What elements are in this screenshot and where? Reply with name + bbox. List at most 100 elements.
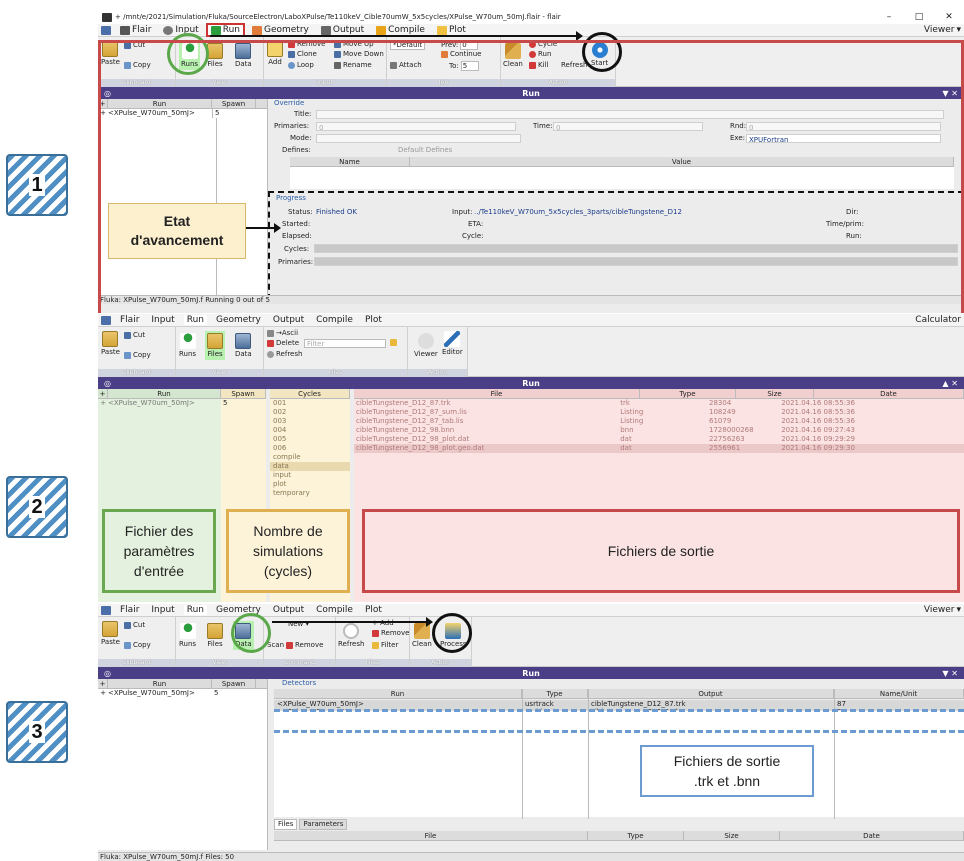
detector-row[interactable]: <XPulse_W70um_50mJ> usrtrack cibleTungsten…	[274, 700, 964, 708]
remove-file-button[interactable]: Remove	[372, 629, 409, 637]
scan-button[interactable]: Scan	[267, 641, 284, 649]
tab-geometry[interactable]: Geometry	[213, 315, 264, 325]
tab-compile[interactable]: Compile	[313, 315, 356, 325]
tab-output[interactable]: Output	[318, 25, 367, 35]
cut-button[interactable]: Cut	[124, 331, 145, 339]
pencil-icon	[444, 331, 461, 347]
file-date: 2021.04.16 08:55:36	[781, 399, 855, 407]
panel-toggle-icon[interactable]: ◎	[104, 669, 111, 678]
tab-plot[interactable]: Plot	[362, 605, 385, 615]
panel-menu-icon[interactable]: ▲ ✕	[942, 379, 958, 388]
calculator-menu[interactable]: Calculator	[912, 315, 964, 325]
remove-button[interactable]: Remove	[286, 641, 323, 649]
detector-run: <XPulse_W70um_50mJ>	[277, 700, 364, 708]
scissors-icon	[124, 331, 131, 339]
data-button[interactable]: Data	[235, 333, 252, 358]
refresh-button[interactable]: Refresh	[267, 350, 302, 358]
paste-button[interactable]: Paste	[101, 621, 120, 646]
panel-menu-icon[interactable]: ▼ ✕	[942, 669, 958, 678]
viewer-button[interactable]: Viewer	[414, 333, 438, 358]
file-row[interactable]: cibleTungstene_D12_98_plot.geo.dat dat 255…	[354, 444, 964, 453]
file-type: dat	[620, 444, 632, 452]
file-row[interactable]: cibleTungstene_D12_87.trk trk 28304 2021.04…	[354, 399, 964, 408]
file-name: cibleTungstene_D12_87.trk	[356, 399, 451, 407]
scissors-icon	[124, 621, 131, 629]
run-row[interactable]: + <XPulse_W70um_50mJ> 5	[98, 689, 267, 698]
run-row[interactable]: + <XPulse_W70um_50mJ>	[98, 399, 221, 408]
tab-run[interactable]: Run	[183, 315, 207, 325]
filter-button[interactable]: Filter	[372, 641, 398, 649]
tab-compile[interactable]: Compile	[373, 25, 428, 35]
panel-run-progress: + /mnt/e/2021/Simulation/Fluka/SourceEle…	[98, 10, 964, 313]
tab-input[interactable]: Input	[148, 315, 177, 325]
geometry-icon	[251, 25, 262, 35]
file-row[interactable]: cibleTungstene_D12_98.bnn bnn 1728000268 20…	[354, 426, 964, 435]
cycle-item[interactable]: 005	[270, 435, 350, 444]
arrow-data-to-process	[272, 617, 433, 627]
cycle-item[interactable]: 003	[270, 417, 350, 426]
compile-icon	[376, 25, 387, 35]
close-button[interactable]: ✕	[934, 12, 964, 22]
viewer-menu[interactable]: Viewer ▾	[921, 25, 964, 35]
refresh-button[interactable]: Refresh	[338, 623, 364, 648]
tab-compile[interactable]: Compile	[313, 605, 356, 615]
runs-button[interactable]: Runs	[179, 333, 196, 358]
tab-flair[interactable]: Flair	[117, 605, 142, 615]
bottom-files-header: File Type Size Date	[274, 831, 964, 841]
panel-run-data: Flair Input Run Geometry Output Compile …	[98, 604, 964, 861]
editor-button[interactable]: Editor	[442, 331, 463, 356]
save-icon[interactable]	[101, 25, 111, 35]
files-button[interactable]: Files	[205, 331, 225, 360]
cycle-item[interactable]: 006	[270, 444, 350, 453]
tab-flair[interactable]: Flair	[117, 315, 142, 325]
group-label-clipboard: Clipboard	[98, 659, 175, 667]
copy-button[interactable]: Copy	[124, 351, 151, 359]
output-icon	[320, 25, 331, 35]
tab-geometry[interactable]: Geometry	[249, 25, 312, 35]
runs-button[interactable]: Runs	[179, 623, 196, 648]
minimize-button[interactable]: –	[874, 12, 904, 22]
callout-input-file: Fichier des paramètres d'entrée	[102, 509, 216, 593]
tab-output[interactable]: Output	[270, 315, 307, 325]
tab-flair[interactable]: Flair	[117, 25, 154, 35]
save-icon[interactable]	[101, 605, 111, 615]
bottom-tabs: Files Parameters	[274, 819, 348, 830]
files-button[interactable]: Files	[207, 623, 223, 648]
cycle-item[interactable]: plot	[270, 480, 350, 489]
maximize-button[interactable]: □	[904, 12, 934, 22]
copy-button[interactable]: Copy	[124, 641, 151, 649]
step-badge-2: 2	[6, 476, 68, 538]
tab-run[interactable]: Run	[205, 23, 245, 37]
viewer-menu[interactable]: Viewer ▾	[921, 605, 964, 615]
cycle-item[interactable]: 004	[270, 426, 350, 435]
cycle-item[interactable]: temporary	[270, 489, 350, 498]
group-label-view: View	[176, 659, 263, 667]
cycle-item[interactable]: input	[270, 471, 350, 480]
cycle-item[interactable]: data	[270, 462, 350, 471]
tab-input[interactable]: Input	[148, 605, 177, 615]
tab-output[interactable]: Output	[270, 605, 307, 615]
paste-button[interactable]: Paste	[101, 331, 120, 356]
delete-button[interactable]: Delete	[267, 339, 299, 347]
filter-input[interactable]: Filter	[304, 339, 386, 348]
tab-run[interactable]: Run	[183, 605, 207, 615]
tab-plot[interactable]: Plot	[434, 25, 469, 35]
file-row[interactable]: cibleTungstene_D12_87_sum.lis Listing 1082…	[354, 408, 964, 417]
cycle-item[interactable]: 002	[270, 408, 350, 417]
tab-plot[interactable]: Plot	[362, 315, 385, 325]
tab-files-bottom[interactable]: Files	[274, 819, 298, 830]
file-size: 108249	[709, 408, 736, 416]
filter-icon[interactable]	[390, 339, 397, 346]
tab-parameters-bottom[interactable]: Parameters	[299, 819, 348, 830]
cycle-item[interactable]: 001	[270, 399, 350, 408]
file-row[interactable]: cibleTungstene_D12_87_tab.lis Listing 6107…	[354, 417, 964, 426]
cut-button[interactable]: Cut	[124, 621, 145, 629]
panel-toggle-icon[interactable]: ◎	[104, 379, 111, 388]
file-date: 2021.04.16 08:55:36	[781, 417, 855, 425]
file-row[interactable]: cibleTungstene_D12_98_plot.dat dat 2275626…	[354, 435, 964, 444]
folder-icon	[207, 623, 223, 639]
ascii-button[interactable]: →Ascii	[267, 329, 298, 337]
runner-icon	[179, 333, 196, 349]
cycle-item[interactable]: compile	[270, 453, 350, 462]
save-icon[interactable]	[101, 315, 111, 325]
